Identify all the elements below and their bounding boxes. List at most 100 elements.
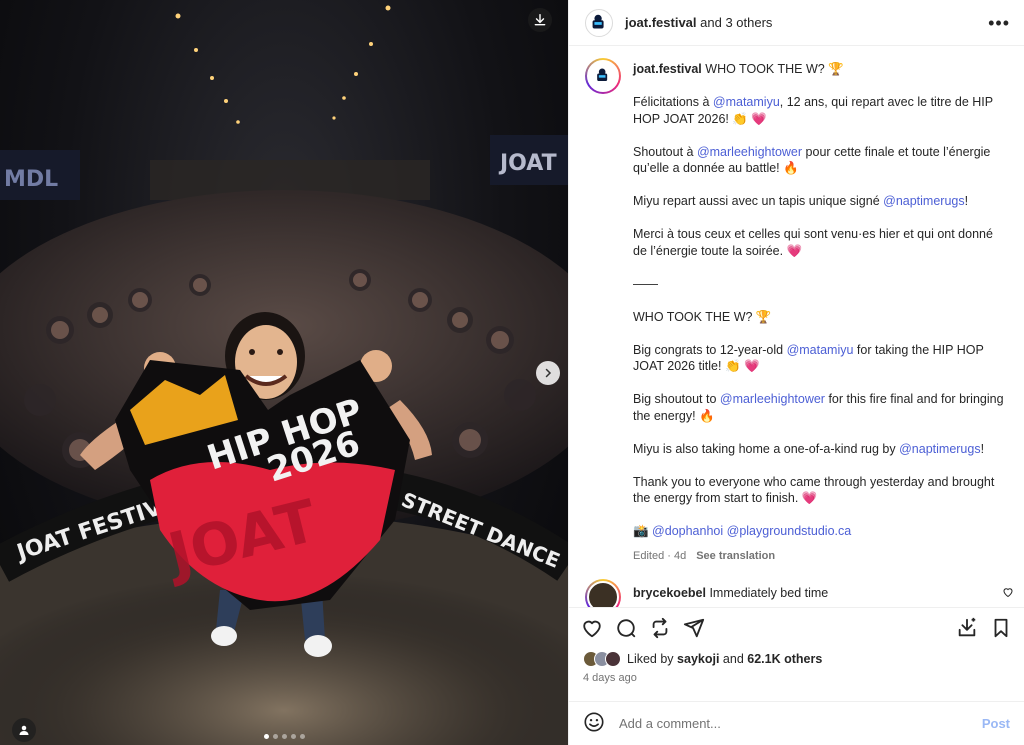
carousel-dot[interactable] (263, 734, 269, 739)
caption-text: Merci à tous ceux et celles qui sont ven… (633, 227, 993, 258)
caption-paragraph: —— (633, 276, 1008, 293)
caption-title: WHO TOOK THE W? 🏆 (705, 62, 844, 76)
ceiling-lights (175, 5, 391, 124)
sign-right-text: JOAT (498, 151, 557, 176)
comment-item: brycekoebel Immediately bed time (585, 578, 1008, 607)
caption-text: Miyu repart aussi avec un tapis unique s… (633, 194, 884, 208)
caption-text: —— (633, 276, 658, 291)
chevron-right-icon (545, 368, 552, 378)
likes-count[interactable]: 62.1K others (747, 652, 822, 666)
caption-paragraph: Thank you to everyone who came through y… (633, 474, 1008, 507)
mention-link[interactable]: @naptimerugs (883, 194, 964, 208)
likes-summary: Liked by saykoji and 62.1K others (569, 648, 1024, 670)
bookmark-button[interactable] (990, 617, 1012, 639)
add-comment-bar: Post (569, 701, 1024, 745)
caption-paragraph: Big shoutout to @marleehightower for thi… (633, 391, 1008, 424)
share-icon (683, 618, 705, 638)
account-avatar[interactable] (585, 8, 613, 37)
see-translation-link[interactable]: See translation (696, 548, 775, 565)
header-username[interactable]: joat.festival (625, 15, 697, 30)
header-collab-text[interactable]: and 3 others (700, 15, 772, 30)
caption-text: ! (980, 441, 985, 456)
caption-paragraph: Big congrats to 12-year-old @matamiyu fo… (633, 342, 1008, 375)
joat-logo-icon (597, 68, 608, 81)
caption-paragraph: WHO TOOK THE W? 🏆 (633, 309, 1008, 326)
caption-username[interactable]: joat.festival (633, 62, 702, 76)
like-button[interactable] (581, 617, 603, 639)
save-to-collection-icon (958, 617, 976, 637)
caption-text: WHO TOOK THE W? 🏆 (633, 309, 772, 324)
mention-link[interactable]: @marleehightower (697, 145, 802, 159)
mention-link[interactable]: @dophanhoi (652, 524, 723, 538)
carousel-dot[interactable] (290, 734, 296, 739)
caption-text: ! (964, 194, 969, 208)
caption-paragraphs: Félicitations à @matamiyu, 12 ans, qui r… (633, 94, 1008, 540)
mention-link[interactable]: @playgroundstudio.ca (727, 524, 852, 538)
post-header: joat.festival and 3 others ••• (569, 0, 1024, 46)
commenter-avatar[interactable] (585, 578, 621, 607)
caption-text: Shoutout à (633, 144, 697, 159)
emoji-icon (584, 712, 604, 732)
heart-icon (583, 620, 601, 638)
comment-icon (617, 619, 636, 638)
mention-link[interactable]: @naptimerugs (899, 442, 980, 456)
comment-like-button[interactable] (1002, 586, 1014, 601)
download-icon (534, 14, 546, 26)
comments-section: joat.festival WHO TOOK THE W? 🏆 Félicita… (569, 46, 1024, 608)
photo-scene: MDL JOAT JOAT FESTIVAL STREET DANCE HIP … (0, 5, 568, 745)
carousel-dots (0, 734, 568, 739)
emoji-button[interactable] (583, 711, 605, 736)
action-bar (569, 608, 1024, 648)
caption-paragraph: Félicitations à @matamiyu, 12 ans, qui r… (633, 94, 1008, 127)
caption-paragraph: Miyu is also taking home a one-of-a-kind… (633, 441, 1008, 458)
caption-avatar[interactable] (585, 58, 621, 94)
more-options-icon[interactable]: ••• (988, 14, 1010, 32)
repost-button[interactable] (649, 617, 671, 639)
comment-body: brycekoebel Immediately bed time (633, 579, 993, 602)
sign-left-text: MDL (4, 167, 58, 192)
joat-logo-icon (592, 14, 604, 28)
heart-icon (1003, 588, 1013, 598)
download-button[interactable] (528, 8, 552, 32)
caption-text: Félicitations à (633, 95, 713, 109)
comment-button[interactable] (615, 617, 637, 639)
caption-text: 📸 (633, 524, 653, 538)
caption: joat.festival WHO TOOK THE W? 🏆 Félicita… (585, 58, 1008, 565)
caption-body: joat.festival WHO TOOK THE W? 🏆 Félicita… (633, 58, 1008, 565)
post-dialog: MDL JOAT JOAT FESTIVAL STREET DANCE HIP … (0, 0, 1024, 745)
carousel-dot[interactable] (281, 734, 287, 739)
caption-text: Miyu is also taking home a one-of-a-kind… (633, 441, 900, 456)
edited-label: Edited · 4d (633, 550, 687, 562)
caption-paragraph: 📸 @dophanhoi @playgroundstudio.ca (633, 523, 1008, 540)
bookmark-icon (994, 618, 1008, 638)
likes-user[interactable]: saykoji (677, 652, 719, 666)
share-button[interactable] (683, 617, 705, 639)
post-comment-button[interactable]: Post (982, 716, 1010, 731)
next-image-button[interactable] (536, 361, 560, 385)
mention-link[interactable]: @marleehightower (720, 392, 825, 406)
likes-middle: and (722, 652, 744, 666)
caption-paragraph: Shoutout à @marleehightower pour cette f… (633, 144, 1008, 177)
comment-username[interactable]: brycekoebel (633, 586, 706, 600)
mention-link[interactable]: @matamiyu (713, 95, 780, 109)
liker-avatar (605, 651, 621, 667)
carousel-dot[interactable] (272, 734, 278, 739)
post-sidebar: joat.festival and 3 others ••• joat.fest… (568, 0, 1024, 745)
caption-text: Big congrats to 12-year-old (633, 342, 787, 357)
header-accounts[interactable]: joat.festival and 3 others (625, 15, 772, 30)
repost-icon (652, 617, 668, 639)
carousel-dot[interactable] (299, 734, 305, 739)
caption-text: Big shoutout to (633, 392, 720, 406)
liker-avatars (583, 651, 621, 667)
post-photo[interactable]: MDL JOAT JOAT FESTIVAL STREET DANCE HIP … (0, 0, 568, 745)
caption-text: Thank you to everyone who came through y… (633, 474, 995, 506)
comment-text: Immediately bed time (709, 585, 829, 600)
save-to-collection-button[interactable] (956, 617, 978, 639)
caption-paragraph: Miyu repart aussi avec un tapis unique s… (633, 193, 1008, 210)
post-timestamp[interactable]: 4 days ago (569, 670, 1024, 690)
caption-meta: Edited · 4d See translation (633, 548, 1008, 565)
mention-link[interactable]: @matamiyu (787, 343, 854, 357)
caption-paragraph: Merci à tous ceux et celles qui sont ven… (633, 226, 1008, 259)
likes-prefix: Liked by (627, 652, 674, 666)
comment-input[interactable] (619, 716, 982, 731)
